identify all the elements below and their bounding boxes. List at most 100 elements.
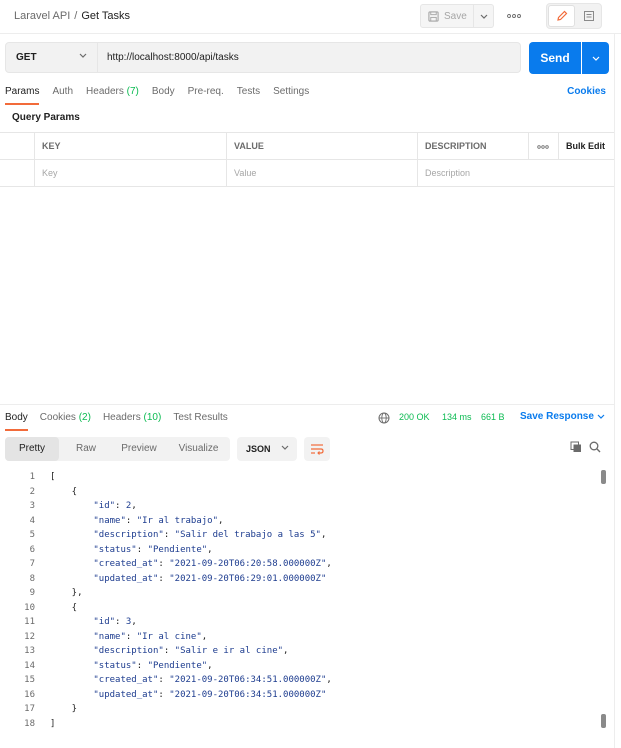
tab-response-body[interactable]: Body: [5, 411, 28, 431]
tab-label: Cookies: [39, 412, 79, 423]
pencil-icon: [556, 10, 567, 21]
line-content: "created_at": "2021-09-20T06:20:58.00000…: [93, 559, 332, 569]
tab-auth[interactable]: Auth: [52, 85, 73, 105]
tab-label: Body: [151, 86, 175, 97]
value-input[interactable]: Value: [226, 160, 417, 186]
tab-headers[interactable]: Headers (7): [86, 85, 139, 105]
response-body-editor[interactable]: 1[2 {3 "id": 2, 4 "name": "Ir al trabajo"…: [0, 470, 600, 731]
line-content: "id": 3,: [93, 617, 137, 627]
line-content: "name": "Ir al cine",: [93, 631, 208, 642]
format-select[interactable]: JSON: [237, 437, 297, 461]
mode-raw[interactable]: Raw: [61, 437, 111, 461]
wrap-lines-icon: [311, 444, 324, 455]
header-checkbox-cell: [0, 133, 34, 159]
line-number: 9: [29, 588, 35, 598]
code-line: 11 "id": 3,: [0, 615, 600, 630]
line-content: "status": "Pendiente",: [93, 544, 213, 555]
copy-icon[interactable]: [570, 441, 582, 453]
chevron-down-icon: [480, 14, 487, 19]
documentation-mode-button[interactable]: [577, 5, 601, 27]
line-content: {: [50, 602, 78, 613]
chevron-down-icon: [79, 53, 87, 58]
wrap-lines-button[interactable]: [304, 437, 330, 461]
line-content: "name": "Ir al trabajo",: [93, 515, 224, 526]
tab-count: (10): [143, 412, 162, 423]
bulk-edit-button[interactable]: Bulk Edit: [558, 133, 614, 159]
code-line: 7 "created_at": "2021-09-20T06:20:58.000…: [0, 557, 600, 572]
tab-response-cookies[interactable]: Cookies (2): [40, 411, 91, 431]
view-mode-toggle: [546, 3, 602, 29]
line-content: "id": 2,: [93, 501, 137, 511]
tab-test-results[interactable]: Test Results: [173, 411, 227, 431]
tab-label: Headers: [86, 86, 127, 97]
tab-label: Tests: [236, 86, 261, 97]
request-tabs: Params Auth Headers (7) Body Pre-req. Te…: [5, 85, 309, 105]
line-number: 12: [24, 631, 35, 642]
cookies-link[interactable]: Cookies: [567, 86, 606, 97]
column-value: VALUE: [226, 133, 417, 159]
tab-label: Pre-req.: [187, 86, 224, 97]
code-line: 18]: [0, 717, 600, 732]
line-number: 1: [29, 472, 35, 482]
code-line: 2 {: [0, 485, 600, 500]
mode-pretty[interactable]: Pretty: [5, 437, 59, 461]
tab-pre-request[interactable]: Pre-req.: [188, 85, 224, 105]
code-line: 8 "updated_at": "2021-09-20T06:29:01.000…: [0, 572, 600, 587]
key-input[interactable]: Key: [34, 160, 226, 186]
top-bar: Laravel API / Get Tasks Save: [0, 0, 621, 34]
code-line: 10 {: [0, 601, 600, 616]
line-number: 16: [24, 689, 35, 700]
code-line: 5 "description": "Salir del trabajo a la…: [0, 528, 600, 543]
code-line: 16 "updated_at": "2021-09-20T06:34:51.00…: [0, 688, 600, 703]
line-content: ]: [50, 718, 56, 729]
status-code[interactable]: 200 OK: [399, 412, 430, 422]
chevron-down-icon: [597, 414, 605, 419]
code-line: 15 "created_at": "2021-09-20T06:34:51.00…: [0, 673, 600, 688]
right-edge-divider: [614, 34, 615, 748]
description-input[interactable]: Description: [417, 160, 614, 186]
tab-response-headers[interactable]: Headers (10): [103, 411, 161, 431]
breadcrumb-request[interactable]: Get Tasks: [81, 10, 130, 22]
format-value: JSON: [246, 444, 271, 454]
tab-body[interactable]: Body: [152, 85, 175, 105]
url-input[interactable]: http://localhost:8000/api/tasks: [98, 42, 521, 73]
scrollbar-thumb-top[interactable]: [601, 470, 606, 484]
save-response-button[interactable]: Save Response: [520, 411, 605, 422]
document-icon: [584, 11, 594, 21]
response-bar: Body Cookies (2) Headers (10) Test Resul…: [0, 404, 614, 431]
column-options-icon[interactable]: [528, 133, 558, 159]
send-button[interactable]: Send: [529, 42, 581, 74]
line-number: 8: [29, 573, 35, 584]
save-button[interactable]: Save: [420, 4, 474, 28]
line-number: 3: [29, 501, 35, 511]
search-icon[interactable]: [589, 441, 601, 453]
line-number: 10: [24, 602, 35, 613]
method-select[interactable]: GET: [5, 42, 98, 73]
more-options-icon[interactable]: [505, 8, 523, 24]
column-description: DESCRIPTION: [417, 133, 528, 159]
line-number: 6: [29, 544, 35, 555]
table-row: Key Value Description: [0, 160, 614, 187]
edit-mode-button[interactable]: [548, 5, 575, 27]
chevron-down-icon: [281, 445, 289, 450]
mode-visualize[interactable]: Visualize: [167, 437, 230, 461]
breadcrumb-collection[interactable]: Laravel API: [14, 10, 70, 22]
code-line: 4 "name": "Ir al trabajo",: [0, 514, 600, 529]
globe-icon[interactable]: [378, 412, 390, 424]
line-number: 4: [29, 515, 35, 526]
send-options-button[interactable]: [582, 42, 609, 74]
tab-settings[interactable]: Settings: [273, 85, 309, 105]
line-content: "description": "Salir e ir al cine",: [93, 646, 289, 656]
line-number: 17: [24, 704, 35, 714]
query-params-title: Query Params: [12, 112, 80, 123]
save-label: Save: [444, 10, 467, 22]
response-size[interactable]: 661 B: [481, 412, 505, 422]
tab-tests[interactable]: Tests: [237, 85, 260, 105]
row-checkbox-cell: [0, 160, 34, 186]
mode-preview[interactable]: Preview: [111, 437, 167, 461]
response-time[interactable]: 134 ms: [442, 412, 472, 422]
save-options-button[interactable]: [474, 4, 494, 28]
tab-label: Headers: [102, 412, 144, 423]
scrollbar-thumb-bottom[interactable]: [601, 714, 606, 728]
tab-params[interactable]: Params: [5, 85, 40, 105]
